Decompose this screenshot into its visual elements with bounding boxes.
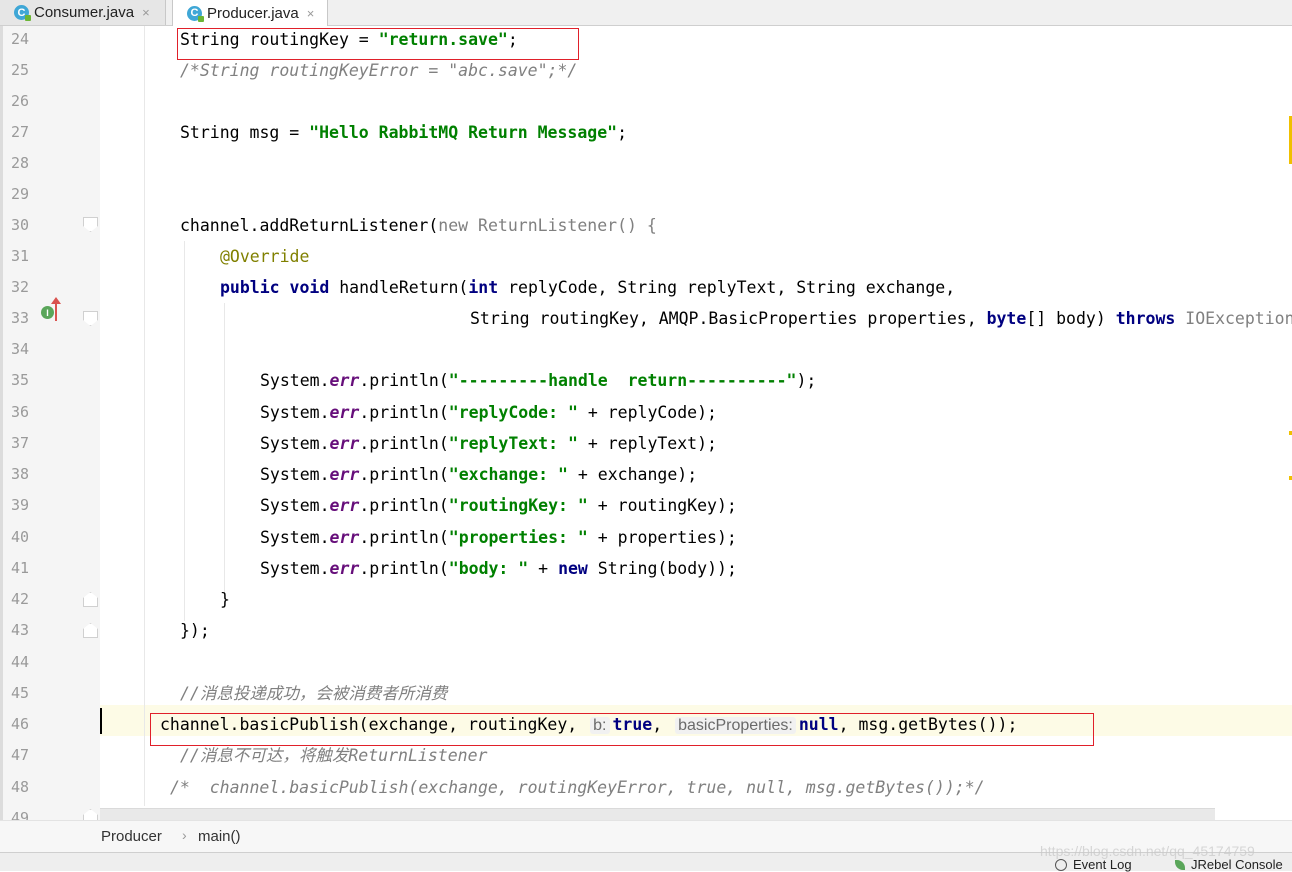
code-line: System.err.println("exchange: " + exchan… bbox=[260, 465, 698, 484]
fold-expand-icon[interactable] bbox=[83, 623, 98, 638]
line-number: 42 bbox=[11, 590, 30, 608]
line-number: 40 bbox=[11, 528, 30, 546]
line-number: 47 bbox=[11, 746, 30, 764]
tab-producer-java[interactable]: C Producer.java × bbox=[172, 0, 328, 26]
line-number: 35 bbox=[11, 371, 30, 389]
line-number: 46 bbox=[11, 715, 30, 733]
line-number: 30 bbox=[11, 216, 30, 234]
line-number: 39 bbox=[11, 496, 30, 514]
line-number: 36 bbox=[11, 403, 30, 421]
text-caret bbox=[100, 708, 102, 734]
line-number: 31 bbox=[11, 247, 30, 265]
fold-expand-icon[interactable] bbox=[83, 592, 98, 607]
code-line: }); bbox=[180, 621, 210, 640]
indent-guide bbox=[184, 241, 185, 621]
line-number: 44 bbox=[11, 653, 30, 671]
jrebel-icon bbox=[1175, 859, 1185, 870]
line-number: 38 bbox=[11, 465, 30, 483]
line-number: 29 bbox=[11, 185, 30, 203]
code-line: public void handleReturn(int replyCode, … bbox=[220, 278, 956, 297]
line-number: 32 bbox=[11, 278, 30, 296]
line-number: 33 bbox=[11, 309, 30, 327]
chevron-right-icon: › bbox=[182, 827, 187, 843]
code-line: channel.addReturnListener(new ReturnList… bbox=[180, 216, 657, 235]
java-class-icon: C bbox=[14, 5, 31, 21]
code-line: System.err.println("replyText: " + reply… bbox=[260, 434, 717, 453]
code-line: System.err.println("body: " + new String… bbox=[260, 559, 737, 578]
fold-collapse-icon[interactable] bbox=[83, 217, 98, 232]
editor-tab-bar: C Consumer.java × C Producer.java × bbox=[0, 0, 1292, 26]
fold-collapse-icon[interactable] bbox=[83, 311, 98, 326]
indent-guide bbox=[224, 303, 225, 593]
line-number-gutter[interactable]: 24 25 26 27 28 29 30 31 32 33 34 35 36 3… bbox=[0, 26, 100, 827]
breadcrumb-method[interactable]: main() bbox=[198, 828, 241, 845]
code-line: String msg = "Hello RabbitMQ Return Mess… bbox=[180, 123, 628, 142]
horizontal-scrollbar[interactable] bbox=[100, 808, 1215, 820]
line-number: 26 bbox=[11, 92, 30, 110]
line-number: 43 bbox=[11, 621, 30, 639]
close-icon[interactable]: × bbox=[307, 6, 315, 21]
code-line-comment: //消息投递成功，会被消费者所消费 bbox=[180, 684, 448, 703]
highlight-box-routing-key bbox=[177, 28, 579, 60]
tab-label: Producer.java bbox=[207, 4, 299, 22]
code-line: String routingKey, AMQP.BasicProperties … bbox=[470, 309, 1292, 328]
line-number: 41 bbox=[11, 559, 30, 577]
breadcrumb-class[interactable]: Producer bbox=[101, 828, 162, 845]
event-log-icon bbox=[1055, 858, 1067, 871]
tab-label: Consumer.java bbox=[34, 4, 135, 21]
code-line: System.err.println("replyCode: " + reply… bbox=[260, 403, 717, 422]
code-line-annotation: @Override bbox=[220, 247, 310, 266]
line-number: 37 bbox=[11, 434, 30, 452]
line-number: 45 bbox=[11, 684, 30, 702]
watermark: https://blog.csdn.net/qq_45174759 bbox=[1040, 843, 1255, 859]
code-editor[interactable]: String routingKey = "return.save"; /*Str… bbox=[100, 26, 1292, 820]
line-number: 24 bbox=[11, 30, 30, 48]
line-number: 27 bbox=[11, 123, 30, 141]
code-line: System.err.println("---------handle retu… bbox=[260, 371, 817, 390]
close-icon[interactable]: × bbox=[142, 5, 150, 20]
line-number: 48 bbox=[11, 778, 30, 796]
highlight-box-basic-publish bbox=[150, 713, 1094, 746]
line-number: 25 bbox=[11, 61, 30, 79]
code-line: } bbox=[220, 590, 230, 609]
indent-guide bbox=[144, 26, 145, 806]
code-line: System.err.println("routingKey: " + rout… bbox=[260, 496, 737, 515]
implements-method-icon[interactable]: I bbox=[41, 306, 54, 319]
line-number: 34 bbox=[11, 340, 30, 358]
code-line: System.err.println("properties: " + prop… bbox=[260, 528, 737, 547]
line-number: 28 bbox=[11, 154, 30, 172]
code-line-comment: /* channel.basicPublish(exchange, routin… bbox=[170, 778, 985, 797]
navigate-up-arrow-icon[interactable] bbox=[51, 297, 61, 321]
java-class-icon: C bbox=[187, 5, 204, 22]
tab-consumer-java[interactable]: C Consumer.java × bbox=[0, 0, 166, 25]
